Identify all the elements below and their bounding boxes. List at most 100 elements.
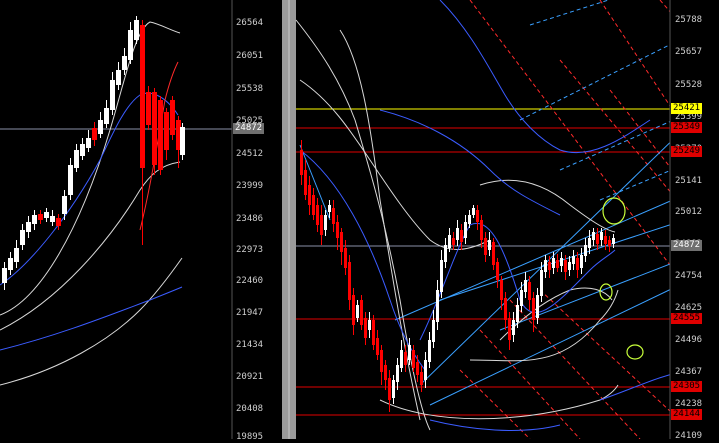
bear-candle: [460, 230, 463, 242]
bull-candle: [62, 196, 67, 214]
bear-candle: [576, 258, 579, 270]
bull-candle: [572, 256, 575, 264]
right-current-price-tag: 24872: [671, 240, 703, 251]
bear-candle: [140, 25, 145, 168]
right-axis-tick: 25788: [675, 15, 703, 25]
bear-candle: [548, 262, 551, 270]
right-axis-tick: 25528: [675, 80, 703, 90]
bear-candle: [352, 295, 355, 325]
bull-candle: [20, 230, 25, 245]
bear-candle: [348, 262, 351, 300]
right-axis-tick: 25012: [675, 207, 703, 217]
chart-canvas[interactable]: [0, 0, 719, 440]
bull-candle: [110, 80, 115, 110]
bull-candle: [524, 280, 527, 292]
bear-candle: [608, 240, 611, 246]
bear-candle: [484, 238, 487, 255]
bear-candle: [404, 352, 407, 365]
level-tag-red: 24305: [671, 381, 703, 392]
bull-candle: [580, 255, 583, 268]
bear-candle: [92, 128, 97, 140]
bull-candle: [552, 258, 555, 268]
bull-candle: [68, 165, 73, 195]
bull-candle: [86, 138, 91, 148]
bull-candle: [134, 20, 139, 40]
left-axis-tick: 26564: [236, 18, 264, 28]
bull-candle: [520, 290, 523, 306]
left-axis-tick: 19895: [236, 432, 264, 442]
bull-candle: [600, 232, 603, 240]
left-axis-tick: 26051: [236, 51, 264, 61]
left-current-price-tag: 24872: [233, 123, 265, 134]
bear-candle: [388, 378, 391, 400]
bear-candle: [492, 242, 495, 265]
bull-candle: [440, 260, 443, 292]
bull-candle: [428, 340, 431, 362]
level-tag-red: 24144: [671, 409, 703, 420]
bear-candle: [384, 365, 387, 380]
right-axis-tick: 24754: [675, 271, 703, 281]
left-axis-tick: 20408: [236, 404, 264, 414]
bull-candle: [128, 30, 133, 60]
level-tag-red: 25249: [671, 146, 703, 157]
bear-candle: [528, 282, 531, 300]
bull-candle: [74, 150, 79, 168]
bull-candle: [472, 208, 475, 215]
bear-candle: [170, 100, 175, 135]
bull-candle: [26, 222, 31, 232]
bear-candle: [596, 234, 599, 244]
bear-candle: [344, 248, 347, 268]
bear-candle: [336, 222, 339, 238]
left-axis-tick: 21434: [236, 340, 264, 350]
canvas-background: [0, 0, 719, 439]
bull-candle: [32, 215, 37, 224]
bull-candle: [116, 70, 121, 85]
bull-candle: [396, 365, 399, 382]
bear-candle: [480, 220, 483, 240]
bull-candle: [80, 144, 85, 156]
bull-candle: [436, 290, 439, 322]
bull-candle: [356, 305, 359, 318]
left-axis-tick: 20921: [236, 372, 264, 382]
bull-candle: [14, 248, 19, 262]
bear-candle: [360, 300, 363, 325]
left-axis-tick: 23999: [236, 181, 264, 191]
bull-candle: [8, 258, 13, 270]
bull-candle: [592, 232, 595, 240]
bear-candle: [312, 195, 315, 215]
bull-candle: [328, 205, 331, 212]
chart-workspace[interactable]: 26564 26051 25538 25025 24512 23999 2348…: [0, 0, 719, 442]
bear-candle: [532, 298, 535, 320]
bull-candle: [98, 120, 103, 134]
bear-candle: [412, 350, 415, 368]
bear-candle: [332, 208, 335, 224]
bull-candle: [392, 380, 395, 398]
bear-candle: [556, 260, 559, 268]
bear-candle: [452, 238, 455, 245]
left-axis-tick: 24512: [236, 149, 264, 159]
left-axis-tick: 23486: [236, 214, 264, 224]
right-axis-tick: 25141: [675, 176, 703, 186]
level-tag-red: 24555: [671, 313, 703, 324]
bull-candle: [468, 215, 471, 224]
bull-candle: [324, 215, 327, 230]
bull-candle: [104, 108, 109, 124]
level-tag-yellow: 25421: [671, 103, 703, 114]
bear-candle: [504, 298, 507, 320]
bull-candle: [488, 240, 491, 250]
bear-candle: [508, 318, 511, 340]
bear-candle: [476, 210, 479, 222]
bear-candle: [380, 350, 383, 372]
bull-candle: [540, 270, 543, 296]
level-tag-red: 25349: [671, 122, 703, 133]
bull-candle: [444, 245, 447, 262]
bear-candle: [500, 280, 503, 300]
bear-candle: [304, 170, 307, 195]
bull-candle: [122, 56, 127, 70]
bull-candle: [400, 350, 403, 368]
bear-candle: [364, 318, 367, 338]
bear-candle: [320, 215, 323, 235]
left-axis-tick: 21947: [236, 308, 264, 318]
bull-candle: [424, 360, 427, 380]
right-axis-tick: 24238: [675, 399, 703, 409]
